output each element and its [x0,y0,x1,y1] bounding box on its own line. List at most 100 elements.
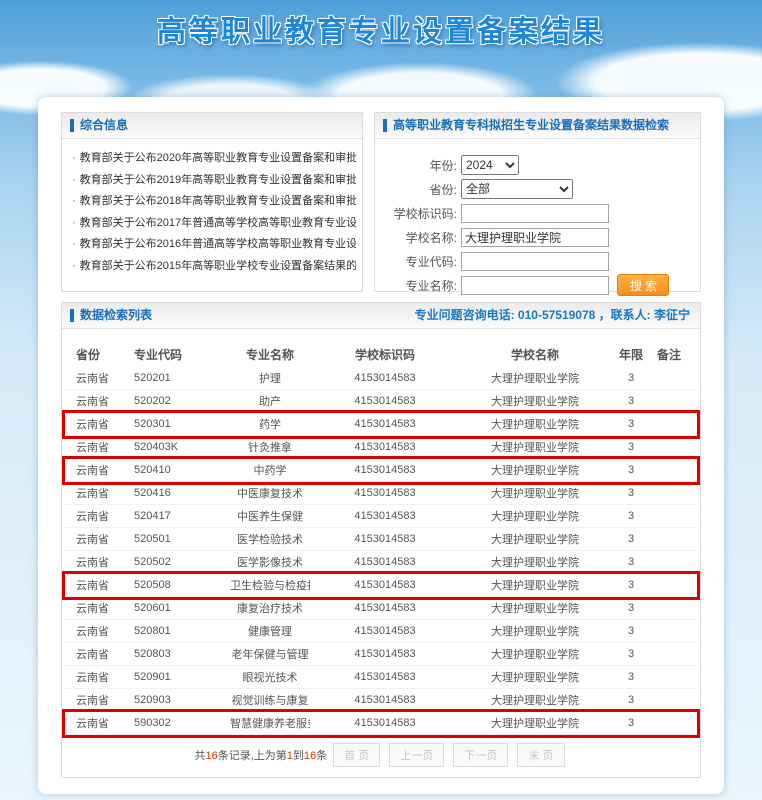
cell-years: 3 [610,418,652,430]
top-row: 综合信息 ·教育部关于公布2020年高等职业教育专业设置备案和审批结果的通知·教… [61,112,701,292]
last-page-button[interactable]: 末 页 [517,743,564,767]
news-link[interactable]: ·教育部关于公布2017年普通高等学校高等职业教育专业设置备案和审... [72,213,356,235]
cell-school-id: 4153014583 [310,464,460,476]
cell-major-name: 医学影像技术 [230,554,310,570]
news-link-text: 教育部关于公布2015年高等职业学校专业设置备案结果的通知 [80,260,356,272]
cell-major-code: 520903 [134,694,230,706]
cell-province: 云南省 [76,439,134,455]
first-page-button[interactable]: 首 页 [333,743,380,767]
cell-major-name: 护理 [230,370,310,386]
cell-school-name: 大理护理职业学院 [460,416,610,432]
cell-major-name: 中医养生保健 [230,508,310,524]
cell-school-id: 4153014583 [310,602,460,614]
cell-school-name: 大理护理职业学院 [460,692,610,708]
cell-major-name: 中药学 [230,462,310,478]
province-select[interactable]: 全部 [461,179,573,199]
cell-province: 云南省 [76,416,134,432]
cell-school-name: 大理护理职业学院 [460,508,610,524]
cell-major-code: 520417 [134,510,230,522]
cell-years: 3 [610,602,652,614]
section-marker-icon [383,119,387,132]
cell-school-id: 4153014583 [310,579,460,591]
header-school-id: 学校标识码 [310,346,460,363]
news-link[interactable]: ·教育部关于公布2020年高等职业教育专业设置备案和审批结果的通知 [72,148,356,170]
table-row: 云南省590302智慧健康养老服务与管理4153014583大理护理职业学院3 [65,712,697,735]
search-panel-title-wrap: 高等职业教育专科拟招生专业设置备案结果数据检索 [383,113,669,138]
cell-major-name: 药学 [230,416,310,432]
cell-school-name: 大理护理职业学院 [460,577,610,593]
section-marker-icon [70,309,74,322]
cell-province: 云南省 [76,623,134,639]
cell-province: 云南省 [76,531,134,547]
prev-page-button[interactable]: 上一页 [389,743,444,767]
cell-province: 云南省 [76,554,134,570]
cell-years: 3 [610,510,652,522]
cell-major-name: 医学检验技术 [230,531,310,547]
header-province: 省份 [76,346,134,363]
summary-text: 到 [293,750,304,762]
news-panel-header: 综合信息 [62,113,362,139]
cell-years: 3 [610,579,652,591]
cell-major-code: 520801 [134,625,230,637]
cell-province: 云南省 [76,692,134,708]
major-name-label: 专业名称: [375,277,461,294]
table-row: 云南省520903视觉训练与康复4153014583大理护理职业学院3 [65,689,697,712]
news-link[interactable]: ·教育部关于公布2015年高等职业学校专业设置备案结果的通知 [72,256,356,278]
results-panel-title: 数据检索列表 [80,303,152,328]
cell-school-id: 4153014583 [310,717,460,729]
cell-province: 云南省 [76,370,134,386]
cell-school-name: 大理护理职业学院 [460,623,610,639]
table-row: 云南省520901眼视光技术4153014583大理护理职业学院3 [65,666,697,689]
table-row: 云南省520803老年保健与管理4153014583大理护理职业学院3 [65,643,697,666]
cell-school-id: 4153014583 [310,441,460,453]
results-panel: 数据检索列表 专业问题咨询电话: 010-57519078 ，联系人: 李征宁 … [61,302,701,778]
major-code-input[interactable] [461,252,609,271]
section-marker-icon [70,119,74,132]
cell-major-code: 520901 [134,671,230,683]
cell-years: 3 [610,648,652,660]
table-row: 云南省520416中医康复技术4153014583大理护理职业学院3 [65,482,697,505]
cell-major-code: 520201 [134,372,230,384]
cell-major-name: 针灸推拿 [230,439,310,455]
school-code-input[interactable] [461,204,609,223]
form-row-major-name: 专业名称: 搜索 [375,273,700,297]
cell-school-name: 大理护理职业学院 [460,370,610,386]
cell-major-name: 老年保健与管理 [230,646,310,662]
cell-major-code: 520410 [134,464,230,476]
summary-text: 共 [194,750,205,762]
header-major-name: 专业名称 [230,346,310,363]
next-page-button[interactable]: 下一页 [453,743,508,767]
news-link-text: 教育部关于公布2019年高等职业教育专业设置备案和审批结果的通知 [80,174,356,186]
news-link[interactable]: · 教育部关于公布2016年普通高等学校高等职业教育专业设置备案和审... [72,234,356,256]
year-select[interactable]: 2024 [461,155,519,175]
search-button[interactable]: 搜索 [617,274,669,296]
cell-province: 云南省 [76,508,134,524]
cell-years: 3 [610,671,652,683]
cell-years: 3 [610,464,652,476]
cell-major-name: 卫生检验与检疫技术 [230,577,310,593]
news-link-text: 教育部关于公布2017年普通高等学校高等职业教育专业设置备案和审... [80,217,356,229]
form-row-province: 省份: 全部 [375,177,700,201]
cell-province: 云南省 [76,485,134,501]
cell-province: 云南省 [76,462,134,478]
bullet-icon: · [72,238,76,250]
pagination: 共16条记录,上为第1到16条 首 页 上一页 下一页 末 页 [62,743,700,767]
news-link[interactable]: ·教育部关于公布2019年高等职业教育专业设置备案和审批结果的通知 [72,170,356,192]
cell-major-name: 视觉训练与康复 [230,692,310,708]
news-panel-title-wrap: 综合信息 [70,113,128,138]
year-label: 年份: [375,157,461,174]
search-panel: 高等职业教育专科拟招生专业设置备案结果数据检索 年份: 2024 省份: 全部 [374,112,701,292]
page-title: 高等职业教育专业设置备案结果 [0,0,762,50]
search-panel-header: 高等职业教育专科拟招生专业设置备案结果数据检索 [375,113,700,139]
form-row-year: 年份: 2024 [375,153,700,177]
cell-school-id: 4153014583 [310,533,460,545]
cell-school-name: 大理护理职业学院 [460,600,610,616]
news-link[interactable]: ·教育部关于公布2018年高等职业教育专业设置备案和审批结果的通知 [72,191,356,213]
table-row: 云南省520801健康管理4153014583大理护理职业学院3 [65,620,697,643]
major-name-input[interactable] [461,276,609,295]
table-row: 云南省520501医学检验技术4153014583大理护理职业学院3 [65,528,697,551]
bullet-icon: · [72,152,76,164]
school-name-input[interactable] [461,228,609,247]
cell-province: 云南省 [76,393,134,409]
news-link-text: 教育部关于公布2016年普通高等学校高等职业教育专业设置备案和审... [80,238,356,250]
